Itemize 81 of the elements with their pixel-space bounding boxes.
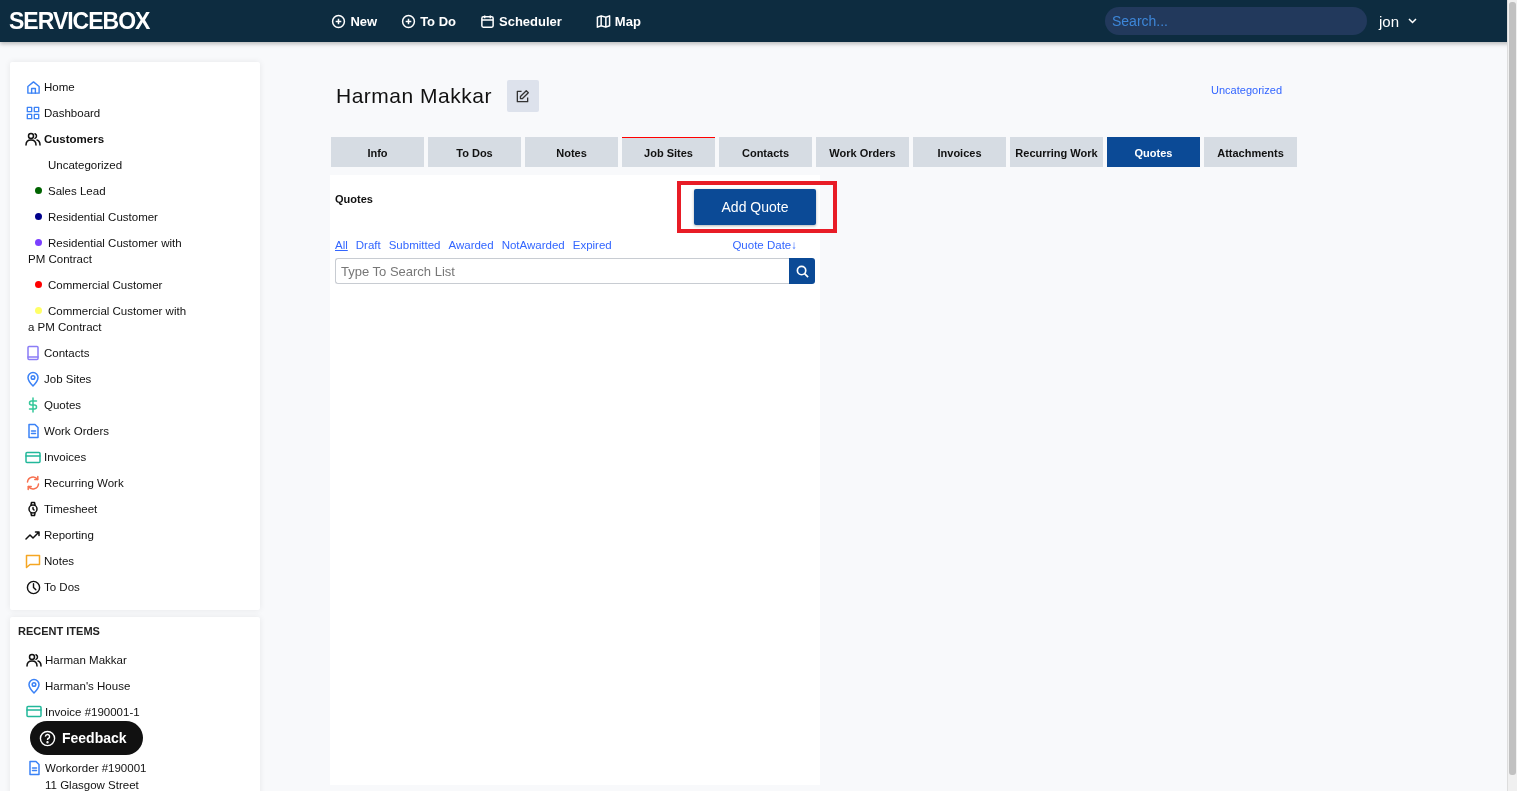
nav-link[interactable]: Scheduler — [480, 13, 562, 29]
filter-link[interactable]: All — [335, 239, 348, 251]
sidebar-item[interactable]: Work Orders — [25, 418, 109, 444]
sidebar-item[interactable]: Home — [25, 74, 75, 100]
add-quote-button[interactable]: Add Quote — [694, 189, 816, 225]
section-heading: RECENT ITEMS — [18, 625, 100, 637]
nav-link[interactable]: New — [331, 13, 378, 29]
sidebar-item[interactable]: Dashboard — [25, 100, 101, 126]
nav-link[interactable]: To Do — [401, 13, 456, 29]
recent-item[interactable]: Harman's House — [26, 678, 131, 694]
plus-circle-icon — [331, 13, 347, 29]
customer-name: Harman Makkar — [336, 84, 492, 108]
dashboard-icon — [26, 106, 40, 120]
sidebar-item[interactable]: Timesheet — [25, 496, 98, 522]
help-icon — [39, 729, 56, 747]
category-item[interactable]: Commercial Customer — [25, 272, 215, 298]
tab[interactable]: Notes — [525, 137, 618, 167]
plus-circle-icon — [401, 13, 417, 29]
edit-icon — [515, 88, 531, 104]
chevron-down-icon — [1408, 18, 1417, 24]
sidebar-item[interactable]: To Dos — [25, 574, 80, 600]
refresh-icon — [25, 475, 41, 491]
filter-link[interactable]: Draft — [355, 239, 381, 251]
location-pin-icon — [26, 371, 40, 387]
sidebar-item[interactable]: Invoices — [25, 444, 87, 470]
calendar-icon — [480, 13, 495, 29]
sidebar-item[interactable]: Reporting — [25, 522, 94, 548]
credit-card-icon — [26, 705, 42, 718]
credit-card-icon — [25, 450, 41, 464]
document-icon — [27, 760, 41, 776]
chat-bubble-icon — [25, 553, 41, 569]
search-field[interactable]: Search... — [1104, 7, 1367, 35]
recent-item[interactable]: Invoice #190001-1 — [26, 705, 140, 718]
map-icon — [595, 13, 611, 29]
sidebar-item[interactable]: Contacts — [25, 340, 90, 366]
home-icon — [25, 79, 41, 95]
location-pin-icon — [27, 678, 41, 694]
category-item[interactable]: Residential Customer with PM Contract — [25, 230, 245, 272]
search-button[interactable] — [789, 258, 815, 284]
tab[interactable]: Job Sites — [622, 137, 715, 167]
sidebar-item[interactable]: Quotes — [25, 392, 82, 418]
category-item[interactable]: Residential Customer — [25, 204, 210, 230]
book-icon — [26, 345, 40, 361]
tab[interactable]: Invoices — [913, 137, 1006, 167]
sidebar-item[interactable]: Recurring Work — [25, 470, 124, 496]
filter-link[interactable]: Expired — [572, 239, 612, 251]
document-icon — [26, 423, 40, 439]
edit-button[interactable] — [506, 80, 539, 112]
tab[interactable]: Contacts — [719, 137, 812, 167]
category-item[interactable]: Uncategorized — [25, 152, 175, 178]
tab[interactable]: Info — [331, 137, 424, 167]
search-icon — [795, 264, 809, 278]
scrollbar[interactable] — [1507, 0, 1517, 791]
user-menu[interactable]: jon — [1378, 12, 1417, 30]
tab[interactable]: Quotes — [1107, 137, 1200, 167]
filter-link[interactable]: Awarded — [448, 239, 494, 251]
category-link[interactable]: Uncategorized — [1211, 84, 1282, 96]
tab[interactable]: Attachments — [1204, 137, 1297, 167]
people-icon — [26, 653, 42, 667]
tab[interactable]: Work Orders — [816, 137, 909, 167]
tab[interactable]: Recurring Work — [1010, 137, 1103, 167]
clock-icon — [25, 579, 41, 595]
sidebar-item[interactable]: Customers — [25, 126, 105, 152]
panel-title: Quotes — [335, 193, 373, 205]
tab[interactable]: To Dos — [428, 137, 521, 167]
category-item[interactable]: Commercial Customer with a PM Contract — [25, 298, 245, 340]
sidebar-item[interactable]: Notes — [25, 548, 75, 574]
feedback-button[interactable]: Feedback — [30, 721, 143, 755]
filter-link[interactable]: NotAwarded — [501, 239, 565, 251]
recent-item[interactable]: Harman Makkar — [26, 653, 127, 667]
recent-item[interactable]: Workorder #190001 11 Glasgow Street — [26, 760, 147, 791]
dollar-icon — [27, 397, 39, 413]
logo[interactable]: SERVICEBOX — [9, 7, 152, 35]
sidebar-item[interactable]: Job Sites — [25, 366, 92, 392]
trend-line-icon — [25, 529, 41, 541]
people-icon — [25, 132, 41, 146]
nav-link[interactable]: Map — [595, 13, 641, 29]
category-item[interactable]: Sales Lead — [25, 178, 158, 204]
filter-link[interactable]: Submitted — [388, 239, 441, 251]
sort-link[interactable]: Quote Date↓ — [732, 239, 797, 251]
watch-icon — [27, 501, 39, 517]
